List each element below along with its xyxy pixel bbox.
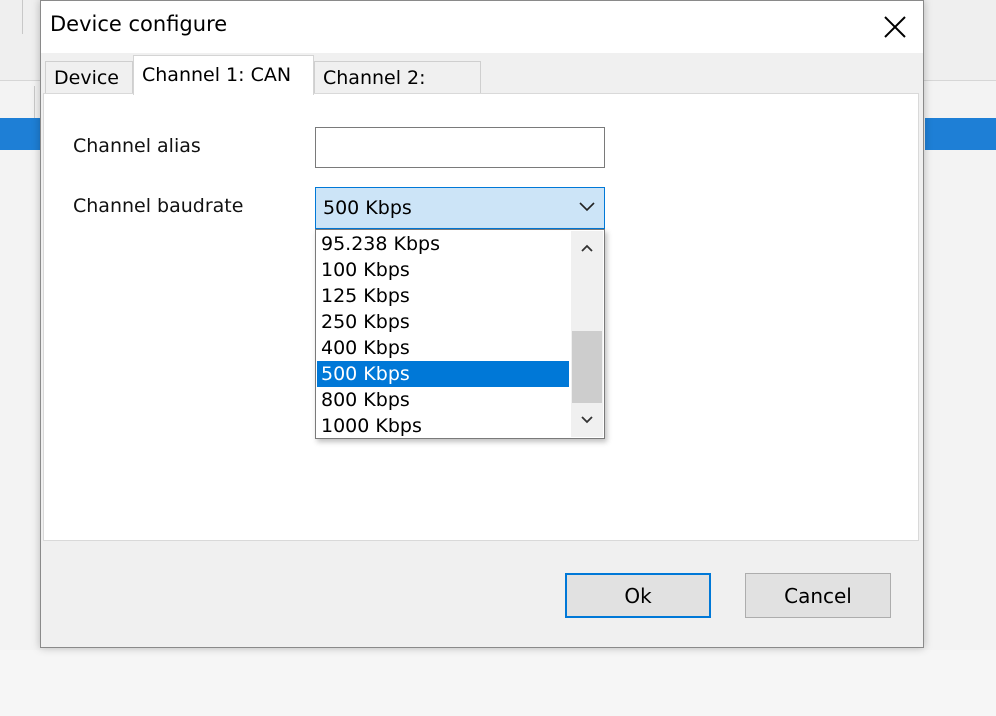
background-app-area: [0, 650, 996, 716]
tab-channel-2[interactable]: Channel 2: CAN: [314, 61, 481, 121]
baudrate-dropdown-list: 95.238 Kbps 100 Kbps 125 Kbps 250 Kbps 4…: [315, 229, 605, 439]
chevron-down-icon: [579, 202, 595, 212]
dropdown-option-selected[interactable]: 500 Kbps: [317, 361, 569, 387]
dropdown-option[interactable]: 1000 Kbps: [317, 413, 569, 439]
chevron-down-icon: [581, 416, 593, 424]
close-button[interactable]: [867, 1, 923, 53]
dropdown-option[interactable]: 100 Kbps: [317, 257, 569, 283]
dropdown-scrollbar[interactable]: [571, 231, 603, 437]
channel-alias-label: Channel alias: [73, 135, 201, 157]
tab-channel-1[interactable]: Channel 1: CAN: [133, 55, 314, 95]
cancel-button[interactable]: Cancel: [745, 573, 891, 618]
scroll-up-button[interactable]: [571, 231, 603, 265]
dropdown-option[interactable]: 95.238 Kbps: [317, 231, 569, 257]
close-icon: [884, 16, 906, 38]
background-selected-row: [925, 118, 996, 150]
dialog-titlebar: Device configure: [41, 1, 923, 53]
tab-device[interactable]: Device: [45, 61, 133, 93]
dropdown-option[interactable]: 400 Kbps: [317, 335, 569, 361]
dropdown-option[interactable]: 250 Kbps: [317, 309, 569, 335]
device-configure-dialog: Device configure Device Channel 1: CAN C…: [40, 0, 924, 648]
channel-baudrate-label: Channel baudrate: [73, 195, 244, 217]
channel-baudrate-combobox[interactable]: 500 Kbps: [315, 187, 605, 229]
dropdown-option[interactable]: 125 Kbps: [317, 283, 569, 309]
scrollbar-thumb[interactable]: [572, 331, 602, 403]
background-separator: [22, 0, 23, 34]
scroll-down-button[interactable]: [571, 403, 603, 437]
channel-alias-input[interactable]: [315, 127, 605, 168]
dropdown-option[interactable]: 800 Kbps: [317, 387, 569, 413]
chevron-up-icon: [581, 244, 593, 252]
background-selected-row: [0, 118, 40, 150]
combobox-selected-value: 500 Kbps: [323, 197, 412, 219]
dialog-title: Device configure: [50, 12, 228, 36]
ok-button[interactable]: Ok: [565, 573, 711, 618]
